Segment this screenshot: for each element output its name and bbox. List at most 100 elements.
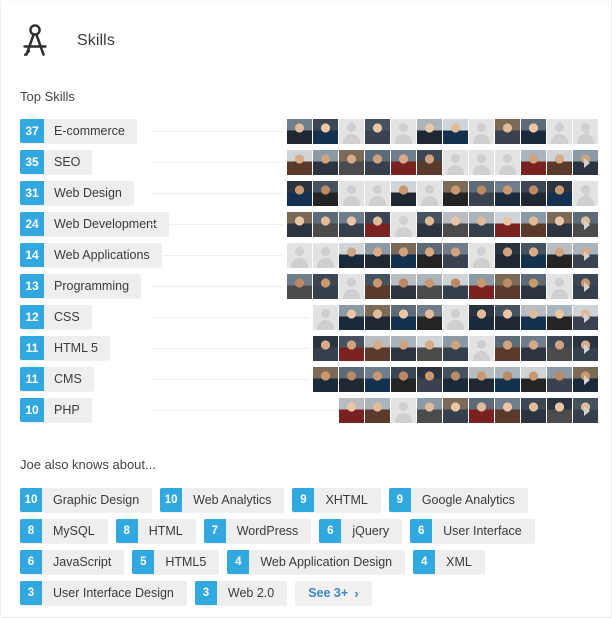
chevron-right-icon[interactable] [584, 127, 590, 137]
skill-pill[interactable]: 14 Web Applications [20, 243, 162, 267]
endorser-avatar[interactable] [521, 243, 546, 268]
endorser-avatar[interactable] [287, 274, 312, 299]
skill-pill[interactable]: 12 CSS [20, 305, 92, 329]
endorser-avatar[interactable] [365, 212, 390, 237]
endorser-avatar[interactable] [391, 305, 416, 330]
endorser-avatar[interactable] [443, 274, 468, 299]
endorser-avatar-placeholder[interactable] [391, 212, 416, 237]
skill-tag[interactable]: 3 User Interface Design [20, 581, 187, 605]
endorser-avatar[interactable] [391, 336, 416, 361]
endorser-avatars[interactable] [313, 305, 598, 330]
skill-tag[interactable]: 9 Google Analytics [388, 488, 528, 512]
skill-tag[interactable]: 10 Graphic Design [20, 488, 153, 512]
endorser-avatars[interactable] [287, 119, 598, 144]
endorser-avatar[interactable] [313, 274, 338, 299]
skill-pill[interactable]: 11 HTML 5 [20, 336, 110, 360]
endorser-avatar[interactable] [365, 274, 390, 299]
skill-row[interactable]: 31 Web Design [1, 181, 612, 212]
endorser-avatar[interactable] [521, 398, 546, 423]
endorser-avatar[interactable] [521, 119, 546, 144]
endorser-avatar[interactable] [417, 398, 442, 423]
skill-row[interactable]: 11 HTML 5 [1, 336, 612, 367]
endorser-avatar[interactable] [521, 212, 546, 237]
skill-tag[interactable]: 8 MySQL [20, 519, 108, 543]
endorser-avatar[interactable] [443, 212, 468, 237]
endorser-avatar[interactable] [417, 336, 442, 361]
endorser-avatar-placeholder[interactable] [287, 243, 312, 268]
endorser-avatar[interactable] [339, 305, 364, 330]
endorser-avatar[interactable] [495, 398, 520, 423]
endorser-avatar[interactable] [339, 367, 364, 392]
see-more-button[interactable]: See 3+ › [295, 581, 372, 605]
endorser-avatar[interactable] [443, 336, 468, 361]
skill-tag[interactable]: 4 Web Application Design [227, 550, 406, 574]
endorser-avatar[interactable] [521, 367, 546, 392]
endorser-avatars[interactable] [287, 212, 598, 237]
endorser-avatar-placeholder[interactable] [313, 243, 338, 268]
skill-tag[interactable]: 6 jQuery [319, 519, 403, 543]
chevron-right-icon[interactable] [584, 313, 590, 323]
skill-pill[interactable]: 13 Programming [20, 274, 142, 298]
endorser-avatar[interactable] [521, 150, 546, 175]
chevron-right-icon[interactable] [584, 158, 590, 168]
endorser-avatar[interactable] [313, 150, 338, 175]
endorser-avatar[interactable] [417, 243, 442, 268]
endorser-avatars[interactable] [313, 336, 598, 361]
endorser-avatars[interactable] [313, 367, 598, 392]
skill-pill[interactable]: 11 CMS [20, 367, 94, 391]
skill-tag[interactable]: 9 XHTML [292, 488, 381, 512]
endorser-avatar-placeholder[interactable] [391, 119, 416, 144]
chevron-right-icon[interactable] [584, 189, 590, 199]
skill-row[interactable]: 10 PHP [1, 398, 612, 429]
skill-pill[interactable]: 31 Web Design [20, 181, 134, 205]
skill-tag[interactable]: 6 JavaScript [20, 550, 125, 574]
endorser-avatar-placeholder[interactable] [417, 181, 442, 206]
endorser-avatar[interactable] [417, 119, 442, 144]
skill-row[interactable]: 37 E-commerce [1, 119, 612, 150]
endorser-avatar-placeholder[interactable] [443, 305, 468, 330]
endorser-avatar[interactable] [469, 181, 494, 206]
skill-row[interactable]: 35 SEO [1, 150, 612, 181]
endorser-avatar[interactable] [417, 150, 442, 175]
endorser-avatar[interactable] [313, 181, 338, 206]
endorser-avatar[interactable] [313, 336, 338, 361]
endorser-avatar[interactable] [521, 336, 546, 361]
endorser-avatar[interactable] [443, 367, 468, 392]
endorser-avatar[interactable] [495, 243, 520, 268]
skill-pill[interactable]: 35 SEO [20, 150, 93, 174]
endorser-avatar-placeholder[interactable] [339, 119, 364, 144]
endorser-avatar[interactable] [547, 305, 572, 330]
skill-tag[interactable]: 3 Web 2.0 [194, 581, 288, 605]
endorser-avatar[interactable] [365, 243, 390, 268]
skill-tag[interactable]: 10 Web Analytics [160, 488, 285, 512]
endorser-avatar[interactable] [443, 243, 468, 268]
endorser-avatar[interactable] [391, 181, 416, 206]
skill-tag[interactable]: 6 User Interface [410, 519, 535, 543]
chevron-right-icon[interactable] [584, 406, 590, 416]
skill-row[interactable]: 11 CMS [1, 367, 612, 398]
endorser-avatar-placeholder[interactable] [469, 119, 494, 144]
endorser-avatars[interactable] [339, 398, 598, 423]
skill-row[interactable]: 12 CSS [1, 305, 612, 336]
endorser-avatar[interactable] [521, 181, 546, 206]
endorser-avatar[interactable] [313, 367, 338, 392]
endorser-avatar[interactable] [287, 212, 312, 237]
endorser-avatar-placeholder[interactable] [391, 398, 416, 423]
endorser-avatar-placeholder[interactable] [313, 305, 338, 330]
endorser-avatar[interactable] [287, 181, 312, 206]
endorser-avatar[interactable] [339, 212, 364, 237]
endorser-avatar[interactable] [469, 212, 494, 237]
skill-tag[interactable]: 7 WordPress [203, 519, 312, 543]
endorser-avatar[interactable] [365, 305, 390, 330]
endorser-avatar-placeholder[interactable] [547, 274, 572, 299]
endorser-avatar[interactable] [339, 336, 364, 361]
skill-row[interactable]: 24 Web Development [1, 212, 612, 243]
endorser-avatar[interactable] [495, 305, 520, 330]
endorser-avatar[interactable] [417, 274, 442, 299]
endorser-avatar[interactable] [547, 212, 572, 237]
endorser-avatar[interactable] [417, 367, 442, 392]
endorser-avatar[interactable] [443, 119, 468, 144]
chevron-right-icon[interactable] [584, 251, 590, 261]
endorser-avatar[interactable] [443, 398, 468, 423]
chevron-right-icon[interactable] [584, 344, 590, 354]
